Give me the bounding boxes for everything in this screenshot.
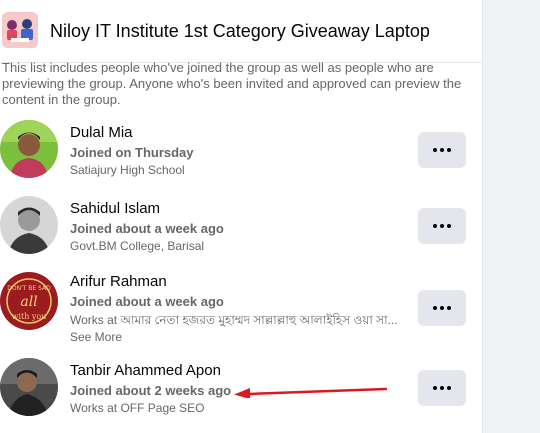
member-more-button[interactable] (418, 290, 466, 326)
svg-text:with you: with you (12, 312, 47, 321)
avatar[interactable] (0, 358, 58, 416)
see-more-link[interactable]: See More (70, 330, 122, 344)
member-detail: Works at আমার নেতা হজরত মুহাম্মদ সাল্লাল… (70, 312, 410, 346)
red-arrow-annotation (234, 387, 387, 398)
member-name[interactable]: Arifur Rahman (70, 273, 167, 290)
more-horizontal-icon (433, 224, 451, 228)
group-header: Niloy IT Institute 1st Category Giveaway… (0, 0, 482, 63)
member-detail: Govt.BM College, Barisal (70, 239, 205, 253)
member-detail: Satiajury High School (70, 163, 185, 177)
member-joined-date: Joined about a week ago (70, 294, 224, 309)
svg-text:DON'T BE SAD: DON'T BE SAD (7, 285, 51, 292)
members-list-description: This list includes people who've joined … (2, 60, 462, 107)
member-name[interactable]: Dulal Mia (70, 124, 133, 141)
member-row: Dulal Mia Joined on Thursday Satiajury H… (0, 120, 482, 182)
member-detail: Works at OFF Page SEO (70, 401, 205, 415)
member-name[interactable]: Tanbir Ahammed Apon (70, 362, 221, 379)
member-more-button[interactable] (418, 132, 466, 168)
avatar[interactable] (0, 196, 58, 254)
member-name[interactable]: Sahidul Islam (70, 200, 160, 217)
avatar[interactable]: DON'T BE SAD all with you (0, 272, 58, 330)
member-joined-date: Joined about 2 weeks ago (70, 383, 232, 398)
member-joined-date: Joined on Thursday (70, 145, 194, 160)
member-more-button[interactable] (418, 208, 466, 244)
svg-text:all: all (20, 294, 37, 310)
member-row: DON'T BE SAD all with you Arifur Rahman … (0, 272, 482, 344)
more-horizontal-icon (433, 306, 451, 310)
more-horizontal-icon (433, 386, 451, 390)
group-name[interactable]: Niloy IT Institute 1st Category Giveaway… (50, 21, 430, 42)
member-row: Sahidul Islam Joined about a week ago Go… (0, 196, 482, 258)
member-detail-text: Works at আমার নেতা হজরত মুহাম্মদ সাল্লাল… (70, 313, 398, 327)
more-horizontal-icon (433, 148, 451, 152)
group-cover-thumbnail[interactable] (2, 12, 38, 48)
member-joined-date: Joined about a week ago (70, 221, 224, 236)
right-sidebar-gutter (482, 0, 540, 433)
avatar[interactable] (0, 120, 58, 178)
member-more-button[interactable] (418, 370, 466, 406)
